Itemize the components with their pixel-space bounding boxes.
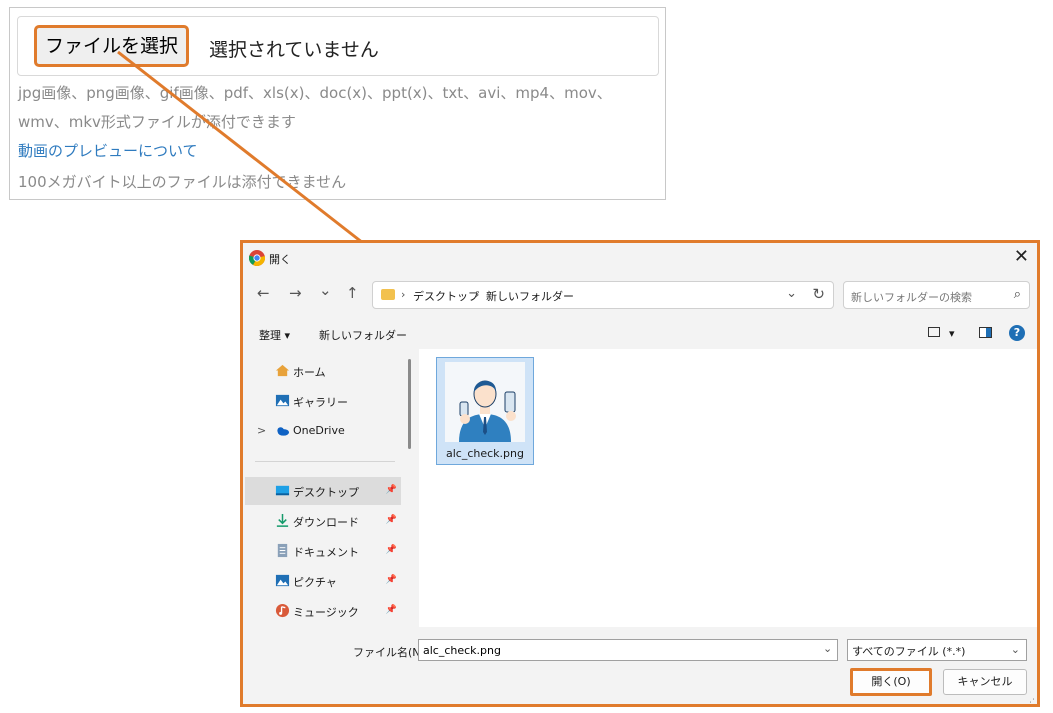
chevron-right-icon[interactable]: > <box>257 424 266 437</box>
sidebar-item-onedrive[interactable]: > OneDrive <box>253 417 401 445</box>
preview-pane-icon[interactable] <box>979 327 992 338</box>
breadcrumb-separator: › <box>475 288 480 301</box>
allowed-formats-hint-cont: wmv、mkv形式ファイルが添付できます <box>18 113 296 131</box>
chevron-down-icon[interactable]: ⌄ <box>786 286 797 301</box>
file-type-select[interactable]: すべてのファイル (*.*) ⌄ <box>847 639 1027 661</box>
navigation-pane: ホーム ギャラリー > OneDrive デスクトップ 📌 ダウンロード 📌 ド… <box>243 349 411 627</box>
pin-icon[interactable]: 📌 <box>386 485 397 495</box>
sidebar-item-label: デスクトップ <box>293 486 359 499</box>
size-limit-note: 100メガバイト以上のファイルは添付できません <box>18 173 347 191</box>
search-icon: ⌕ <box>1013 287 1021 302</box>
pin-icon[interactable]: 📌 <box>386 545 397 555</box>
search-placeholder: 新しいフォルダーの検索 <box>851 291 972 304</box>
resize-grip-icon[interactable]: ⋰ <box>1026 698 1035 704</box>
navigation-bar: ← → ⌄ ↑ › デスクトップ › 新しいフォルダー ⌄ ↻ 新しいフォルダー… <box>243 275 1037 315</box>
sidebar-item-label: ホーム <box>293 366 326 379</box>
back-arrow-icon[interactable]: ← <box>257 284 270 302</box>
sidebar-item-pictures[interactable]: ピクチャ 📌 <box>253 567 401 595</box>
dialog-titlebar: 開く ✕ <box>243 243 1037 274</box>
file-input-box: ファイルを選択 選択されていません <box>17 16 659 76</box>
sidebar-item-label: ギャラリー <box>293 396 348 409</box>
cancel-button[interactable]: キャンセル <box>943 669 1027 695</box>
chevron-down-icon: ⌄ <box>1010 643 1020 656</box>
filename-input[interactable] <box>418 639 838 661</box>
forward-arrow-icon[interactable]: → <box>289 284 302 302</box>
desktop-icon <box>275 485 290 496</box>
view-icon[interactable] <box>928 327 940 337</box>
pin-icon[interactable]: 📌 <box>386 575 397 585</box>
open-button[interactable]: 開く(O) <box>850 668 932 696</box>
close-icon[interactable]: ✕ <box>1014 246 1029 267</box>
file-type-value: すべてのファイル (*.*) <box>852 645 966 658</box>
command-bar: 整理 ▾ 新しいフォルダー ▾ ? <box>243 319 1037 349</box>
allowed-formats-hint: jpg画像、png画像、gif画像、pdf、xls(x)、doc(x)、ppt(… <box>18 84 612 102</box>
sidebar-item-documents[interactable]: ドキュメント 📌 <box>253 537 401 565</box>
no-file-selected-text: 選択されていません <box>209 39 379 61</box>
choose-file-button[interactable]: ファイルを選択 <box>33 25 190 67</box>
recent-locations-icon[interactable]: ⌄ <box>319 281 332 299</box>
sidebar-item-music[interactable]: ミュージック 📌 <box>253 597 401 625</box>
help-icon[interactable]: ? <box>1009 325 1025 341</box>
pin-icon[interactable]: 📌 <box>386 605 397 615</box>
home-icon <box>275 364 290 377</box>
sidebar-scrollbar[interactable] <box>408 359 411 449</box>
gallery-icon <box>275 394 290 407</box>
up-arrow-icon[interactable]: ↑ <box>346 284 359 302</box>
pin-icon[interactable]: 📌 <box>386 515 397 525</box>
search-input[interactable]: 新しいフォルダーの検索 ⌕ <box>843 281 1030 309</box>
address-bar[interactable]: › デスクトップ › 新しいフォルダー ⌄ ↻ <box>372 281 834 309</box>
refresh-icon[interactable]: ↻ <box>812 285 825 303</box>
music-icon <box>275 603 290 618</box>
open-file-dialog: 開く ✕ ← → ⌄ ↑ › デスクトップ › 新しいフォルダー ⌄ ↻ 新しい… <box>240 240 1040 707</box>
sidebar-item-label: ダウンロード <box>293 516 359 529</box>
breadcrumb-separator: › <box>401 288 406 301</box>
sidebar-item-label: ピクチャ <box>293 576 337 589</box>
sidebar-item-desktop[interactable]: デスクトップ 📌 <box>245 477 401 505</box>
sidebar-item-label: ドキュメント <box>293 546 359 559</box>
sidebar-divider <box>255 461 395 462</box>
view-dropdown[interactable]: ▾ <box>949 327 955 340</box>
file-item[interactable]: alc_check.png <box>436 357 534 465</box>
organize-menu[interactable]: 整理 ▾ <box>259 327 290 343</box>
file-name-label: alc_check.png <box>446 447 524 460</box>
upload-panel: ファイルを選択 選択されていません jpg画像、png画像、gif画像、pdf、… <box>9 7 666 200</box>
breadcrumb-new-folder[interactable]: 新しいフォルダー <box>486 288 574 304</box>
onedrive-icon <box>277 427 290 436</box>
download-icon <box>276 513 289 527</box>
sidebar-item-downloads[interactable]: ダウンロード 📌 <box>253 507 401 535</box>
sidebar-item-gallery[interactable]: ギャラリー <box>253 387 401 415</box>
pictures-icon <box>275 574 290 587</box>
file-list: alc_check.png <box>419 349 1037 627</box>
sidebar-item-home[interactable]: ホーム <box>253 357 401 385</box>
sidebar-item-label: OneDrive <box>293 424 345 437</box>
folder-icon <box>381 289 395 300</box>
document-icon <box>277 543 288 558</box>
chevron-down-icon[interactable]: ⌄ <box>823 642 832 655</box>
chrome-icon <box>249 250 265 266</box>
sidebar-item-label: ミュージック <box>293 606 359 619</box>
new-folder-button[interactable]: 新しいフォルダー <box>319 327 407 343</box>
dialog-footer: ファイル名(N): ⌄ すべてのファイル (*.*) ⌄ 開く(O) キャンセル… <box>243 627 1037 704</box>
file-thumbnail-image <box>445 362 525 442</box>
breadcrumb-desktop[interactable]: デスクトップ <box>413 288 479 304</box>
dialog-title: 開く <box>269 253 291 266</box>
video-preview-link[interactable]: 動画のプレビューについて <box>18 140 198 161</box>
